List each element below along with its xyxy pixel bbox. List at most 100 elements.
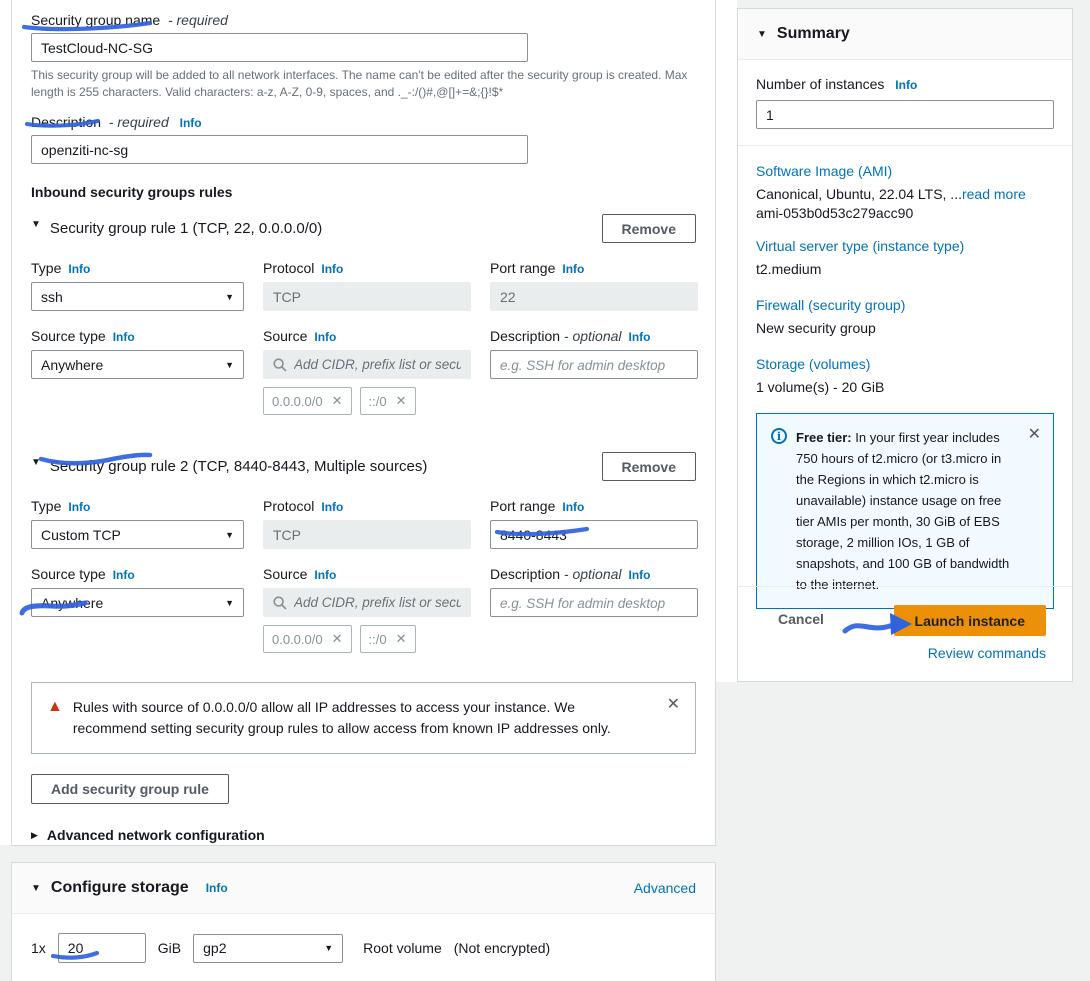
source-field: SourceInfo Add CIDR, prefix list or secu… [263,328,471,415]
summary-title: Summary [777,25,850,43]
source-type-select[interactable]: Anywhere▼ [31,588,244,617]
root-volume-label: Root volume [363,940,442,956]
launch-instance-button[interactable]: Launch instance [894,605,1046,636]
open-cidr-warning: ▲︎ Rules with source of 0.0.0.0/0 allow … [31,682,696,754]
source-type-select[interactable]: Anywhere▼ [31,350,244,379]
security-group-name-input[interactable] [31,33,528,62]
collapse-caret-icon[interactable]: ▼ [757,29,767,40]
info-link[interactable]: Info [629,330,651,344]
software-image-link[interactable]: Software Image (AMI) [756,163,892,179]
info-link[interactable]: Info [629,568,651,582]
protocol-field: ProtocolInfo TCP [263,260,471,311]
protocol-label: Protocol [263,260,314,276]
source-input[interactable]: Add CIDR, prefix list or security [263,350,471,379]
warning-text: Rules with source of 0.0.0.0/0 allow all… [73,697,638,739]
port-range-field: Port rangeInfo 22 [490,260,698,311]
configure-storage-card: ▼ Configure storage Info Advanced 1x GiB… [11,862,716,981]
rule-title: Security group rule 2 (TCP, 8440-8443, M… [50,458,427,475]
collapse-caret-icon[interactable]: ▼ [31,883,41,894]
port-range-label: Port range [490,260,555,276]
collapse-caret-icon[interactable]: ▼ [31,457,41,468]
type-label: Type [31,260,61,276]
security-group-name-label-row: Security group name - required [31,12,696,28]
remove-rule-button[interactable]: Remove [602,214,696,243]
advanced-network-configuration-toggle[interactable]: ▶ Advanced network configuration [31,827,696,843]
port-range-label: Port range [490,498,555,514]
info-link[interactable]: Info [314,330,336,344]
instance-type-value: t2.medium [756,261,1054,277]
close-icon[interactable]: ✕ [1028,427,1041,443]
source-type-field: Source typeInfo Anywhere▼ [31,328,244,379]
info-link[interactable]: Info [113,568,135,582]
inbound-rules-title: Inbound security groups rules [31,184,696,200]
number-of-instances-label: Number of instances [756,76,884,92]
search-icon [273,358,287,372]
description-input[interactable] [31,135,528,164]
instance-type-group: Virtual server type (instance type) t2.m… [756,238,1054,277]
chevron-down-icon: ▼ [225,530,234,540]
security-group-rule-1: ▼ Security group rule 1 (TCP, 22, 0.0.0.… [31,214,696,415]
info-link[interactable]: Info [180,116,202,130]
software-image-group: Software Image (AMI) Canonical, Ubuntu, … [756,163,1054,221]
free-tier-text: In your first year includes 750 hours of… [796,430,1009,592]
instance-type-link[interactable]: Virtual server type (instance type) [756,238,964,254]
remove-tag-icon[interactable]: ✕ [332,631,343,647]
remove-tag-icon[interactable]: ✕ [396,631,407,647]
security-group-name-help: This security group will be added to all… [31,67,696,100]
info-link[interactable]: Info [113,330,135,344]
collapse-caret-icon[interactable]: ▼ [31,219,41,230]
cidr-tag: 0.0.0.0/0✕ [263,625,352,653]
firewall-value: New security group [756,320,1054,336]
rule-description-input[interactable] [490,588,698,617]
type-field: TypeInfo Custom TCP▼ [31,498,244,549]
source-type-field: Source typeInfo Anywhere▼ [31,566,244,617]
description-label: Description [490,328,560,344]
divider [738,145,1072,146]
protocol-label: Protocol [263,498,314,514]
ami-id: ami-053b0d53c279acc90 [756,205,1054,221]
storage-group: Storage (volumes) 1 volume(s) - 20 GiB [756,356,1054,395]
rule-description-input[interactable] [490,350,698,379]
info-link[interactable]: Info [895,78,917,92]
description-label: Description [31,114,101,130]
number-of-instances-input[interactable] [756,100,1054,129]
cidr-tag: 0.0.0.0/0✕ [263,387,352,415]
free-tier-info-box: i Free tier: In your first year includes… [756,413,1054,609]
info-link[interactable]: Info [562,500,584,514]
security-group-rule-2: ▼ Security group rule 2 (TCP, 8440-8443,… [31,452,696,653]
source-input[interactable]: Add CIDR, prefix list or security [263,588,471,617]
cancel-button[interactable]: Cancel [778,605,824,627]
remove-tag-icon[interactable]: ✕ [332,393,343,409]
read-more-link[interactable]: read more [962,186,1026,202]
remove-rule-button[interactable]: Remove [602,452,696,481]
rule-title: Security group rule 1 (TCP, 22, 0.0.0.0/… [50,220,322,237]
cidr-tag: ::/0✕ [360,625,416,653]
info-link[interactable]: Info [68,500,90,514]
type-select[interactable]: Custom TCP▼ [31,520,244,549]
protocol-field: ProtocolInfo TCP [263,498,471,549]
review-commands-link[interactable]: Review commands [928,645,1046,661]
network-settings-card: Security group name - required This secu… [11,0,716,846]
chevron-down-icon: ▼ [225,360,234,370]
info-link[interactable]: Info [321,500,343,514]
summary-footer: Cancel Launch instance Review commands [738,586,1072,681]
info-link[interactable]: Info [206,881,228,895]
volume-count-label: 1x [31,940,46,956]
remove-tag-icon[interactable]: ✕ [396,393,407,409]
volume-size-input[interactable] [58,933,146,963]
add-security-group-rule-button[interactable]: Add security group rule [31,774,229,804]
chevron-down-icon: ▼ [324,943,333,953]
info-link[interactable]: Info [562,262,584,276]
storage-volumes-link[interactable]: Storage (volumes) [756,356,870,372]
storage-advanced-link[interactable]: Advanced [634,880,696,896]
info-link[interactable]: Info [68,262,90,276]
volume-type-select[interactable]: gp2▼ [193,934,343,963]
source-label: Source [263,566,307,582]
description-label: Description [490,566,560,582]
info-link[interactable]: Info [321,262,343,276]
port-range-input[interactable] [490,520,698,549]
info-link[interactable]: Info [314,568,336,582]
close-icon[interactable]: ✕ [667,697,680,713]
type-select[interactable]: ssh▼ [31,282,244,311]
firewall-link[interactable]: Firewall (security group) [756,297,905,313]
